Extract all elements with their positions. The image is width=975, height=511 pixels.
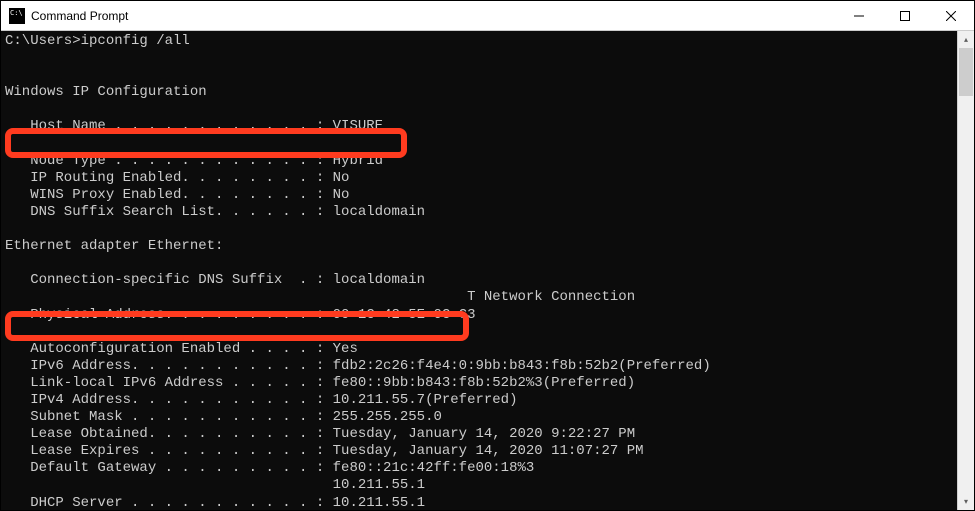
physaddr-line: Physical Address. . . . . . . . . : 00-1… <box>5 307 475 323</box>
leaseobt-line: Lease Obtained. . . . . . . . . . : Tues… <box>5 426 635 442</box>
titlebar[interactable]: Command Prompt <box>1 1 974 31</box>
scroll-up-arrow[interactable]: ▴ <box>958 31 974 48</box>
scrollbar-thumb[interactable] <box>959 48 973 96</box>
dhcpserver-line: DHCP Server . . . . . . . . . . . : 10.2… <box>5 495 425 510</box>
defgw1-line: Default Gateway . . . . . . . . . : fe80… <box>5 460 534 476</box>
vertical-scrollbar[interactable]: ▴ ▾ <box>957 31 974 510</box>
ipv4-line: IPv4 Address. . . . . . . . . . . : 10.2… <box>5 392 517 408</box>
maximize-button[interactable] <box>882 1 928 30</box>
close-button[interactable] <box>928 1 974 30</box>
nodetype-line: Node Type . . . . . . . . . . . . : Hybr… <box>5 153 383 169</box>
linklocal-line: Link-local IPv6 Address . . . . . : fe80… <box>5 375 635 391</box>
scroll-down-arrow[interactable]: ▾ <box>958 493 974 510</box>
subnet-line: Subnet Mask . . . . . . . . . . . : 255.… <box>5 409 442 425</box>
section-header: Ethernet adapter Ethernet: <box>5 238 223 254</box>
leaseexp-line: Lease Expires . . . . . . . . . . : Tues… <box>5 443 644 459</box>
physaddr-value: 00-1C-42-5E-0C-C3 <box>333 307 476 323</box>
iprouting-line: IP Routing Enabled. . . . . . . . : No <box>5 170 349 186</box>
window-controls <box>836 1 974 30</box>
ipv6-line: IPv6 Address. . . . . . . . . . . : fdb2… <box>5 358 711 374</box>
connspec-line: Connection-specific DNS Suffix . : local… <box>5 272 425 288</box>
defgw2-line: 10.211.55.1 <box>5 477 425 493</box>
minimize-button[interactable] <box>836 1 882 30</box>
cmd-icon <box>9 8 25 24</box>
hostname-value: VISURE <box>333 118 383 134</box>
dnssuffix-line: DNS Suffix Search List. . . . . . : loca… <box>5 204 425 220</box>
autoconf-line: Autoconfiguration Enabled . . . . : Yes <box>5 341 358 357</box>
prompt-line: C:\Users>ipconfig /all <box>5 33 190 49</box>
hostname-line: Host Name . . . . . . . . . . . . : VISU… <box>5 118 383 134</box>
winsproxy-line: WINS Proxy Enabled. . . . . . . . : No <box>5 187 349 203</box>
desc-tail-line: T Network Connection <box>5 289 635 305</box>
terminal-output[interactable]: C:\Users>ipconfig /all Windows IP Config… <box>1 31 957 510</box>
section-header: Windows IP Configuration <box>5 84 207 100</box>
window-title: Command Prompt <box>31 9 836 23</box>
